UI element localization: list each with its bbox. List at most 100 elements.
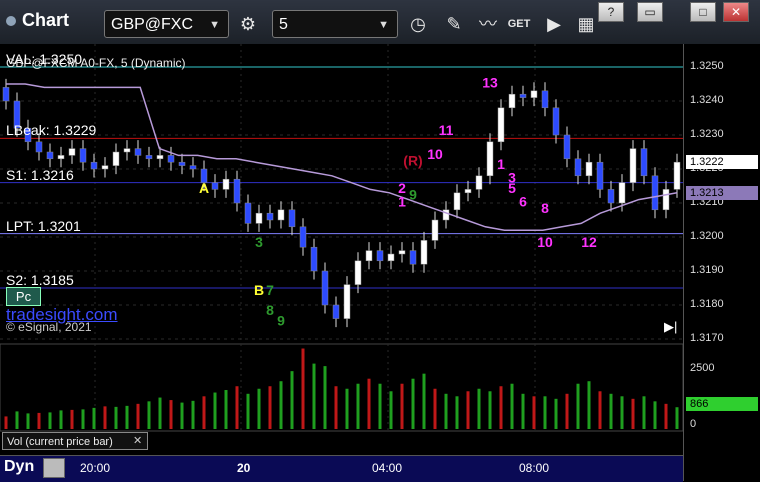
volume-tick-label: 0 bbox=[690, 418, 697, 430]
volume-bar bbox=[400, 383, 404, 429]
candle bbox=[244, 202, 252, 224]
candle bbox=[453, 192, 461, 211]
candle bbox=[310, 246, 318, 272]
volume-bar bbox=[70, 409, 74, 429]
candle bbox=[354, 260, 362, 285]
candle bbox=[101, 165, 109, 170]
candle bbox=[156, 155, 164, 160]
volume-bar bbox=[48, 412, 52, 429]
candle bbox=[343, 284, 351, 319]
volume-bar bbox=[246, 393, 250, 429]
volume-bar bbox=[37, 412, 41, 429]
vol-caption: Vol (current price bar) bbox=[2, 432, 148, 450]
volume-bar bbox=[290, 371, 294, 429]
volume-bar bbox=[411, 378, 415, 429]
annotation-label: 7 bbox=[266, 282, 274, 298]
candle bbox=[35, 141, 43, 153]
volume-bar bbox=[455, 396, 459, 429]
maximize-button[interactable]: □ bbox=[690, 2, 716, 22]
get-data-button[interactable]: GET bbox=[505, 10, 533, 38]
volume-bar bbox=[609, 393, 613, 429]
settings-gear-icon[interactable]: ⚙ bbox=[234, 10, 262, 38]
chart-icon bbox=[6, 16, 16, 27]
candle bbox=[68, 148, 76, 156]
volume-bar bbox=[521, 393, 525, 429]
candle bbox=[222, 178, 230, 190]
volume-bar bbox=[169, 400, 173, 429]
close-button[interactable]: ✕ bbox=[723, 2, 749, 22]
time-tick-label: 04:00 bbox=[372, 461, 403, 475]
candle bbox=[596, 161, 604, 190]
study-icon[interactable]: 〰 bbox=[474, 10, 502, 38]
candle bbox=[530, 90, 538, 98]
dyn-label: Dyn bbox=[4, 458, 35, 475]
volume-bar bbox=[279, 381, 283, 429]
volume-bar bbox=[125, 405, 129, 429]
candle bbox=[46, 151, 54, 160]
symbol-combo[interactable]: GBP@FXC ▼ bbox=[104, 10, 229, 38]
candle bbox=[90, 161, 98, 170]
volume-bar bbox=[301, 348, 305, 429]
candle bbox=[640, 148, 648, 177]
annotation-label: 13 bbox=[482, 74, 498, 90]
candle bbox=[167, 155, 175, 163]
time-tick-label: 08:00 bbox=[519, 461, 550, 475]
annotation-label: 11 bbox=[439, 122, 454, 138]
volume-bar bbox=[345, 388, 349, 429]
price-chart[interactable]: AB1311(R) 10211356 810 1237899 bbox=[0, 44, 683, 455]
candle bbox=[497, 107, 505, 143]
candle bbox=[629, 148, 637, 183]
chevron-down-icon[interactable]: ▼ bbox=[209, 11, 220, 39]
price-tick-label: 1.3230 bbox=[690, 128, 724, 140]
close-icon[interactable]: ✕ bbox=[133, 434, 142, 447]
volume-bar bbox=[147, 401, 151, 429]
pencil-icon[interactable]: ✎ bbox=[440, 10, 468, 38]
volume-bar bbox=[499, 386, 503, 429]
candle bbox=[332, 304, 340, 319]
volume-bar bbox=[4, 416, 8, 429]
candle bbox=[398, 250, 406, 255]
candle bbox=[112, 151, 120, 166]
volume-bar bbox=[510, 383, 514, 429]
candle bbox=[607, 189, 615, 204]
candle bbox=[211, 182, 219, 190]
last-price-tag: 1.3222 bbox=[686, 155, 758, 170]
annotation-label: B bbox=[254, 282, 264, 298]
candle bbox=[420, 240, 428, 265]
play-icon[interactable]: ▶ bbox=[540, 10, 568, 38]
candle bbox=[266, 212, 274, 221]
interval-combo[interactable]: 5 ▼ bbox=[272, 10, 398, 38]
clock-icon[interactable]: ◷ bbox=[404, 10, 432, 38]
help-button[interactable]: ? bbox=[598, 2, 624, 22]
candle bbox=[519, 93, 527, 98]
volume-panel bbox=[0, 343, 683, 432]
candle bbox=[299, 226, 307, 248]
candle bbox=[2, 87, 10, 102]
candle bbox=[651, 175, 659, 211]
candle bbox=[321, 270, 329, 306]
candle bbox=[508, 93, 516, 109]
ma-price-tag: 1.3213 bbox=[686, 185, 758, 200]
volume-bar bbox=[389, 391, 393, 429]
minimize-button[interactable]: ▭ bbox=[637, 2, 663, 22]
candle bbox=[475, 175, 483, 190]
volume-bar bbox=[620, 396, 624, 429]
candle bbox=[464, 189, 472, 194]
link-icon[interactable]: ▦ bbox=[572, 10, 600, 38]
volume-bar bbox=[422, 373, 426, 429]
instrument-line: GBP@FXCM A0-FX, 5 (Dynamic) bbox=[6, 56, 186, 70]
candle bbox=[277, 209, 285, 221]
pc-button[interactable]: Pc bbox=[6, 287, 41, 306]
price-tick-label: 1.3250 bbox=[690, 60, 724, 72]
volume-bar bbox=[664, 403, 668, 429]
level-label: LBeak: 1.3229 bbox=[6, 122, 97, 139]
chevron-down-icon[interactable]: ▼ bbox=[378, 11, 389, 39]
volume-bar bbox=[136, 403, 140, 429]
volume-bar bbox=[180, 402, 184, 429]
candle bbox=[431, 219, 439, 241]
dyn-settings-icon[interactable] bbox=[43, 458, 65, 478]
scroll-end-icon[interactable]: ▶| bbox=[664, 319, 677, 335]
volume-bar bbox=[257, 388, 261, 429]
price-tick-label: 1.3190 bbox=[690, 264, 724, 276]
volume-bar bbox=[488, 391, 492, 429]
